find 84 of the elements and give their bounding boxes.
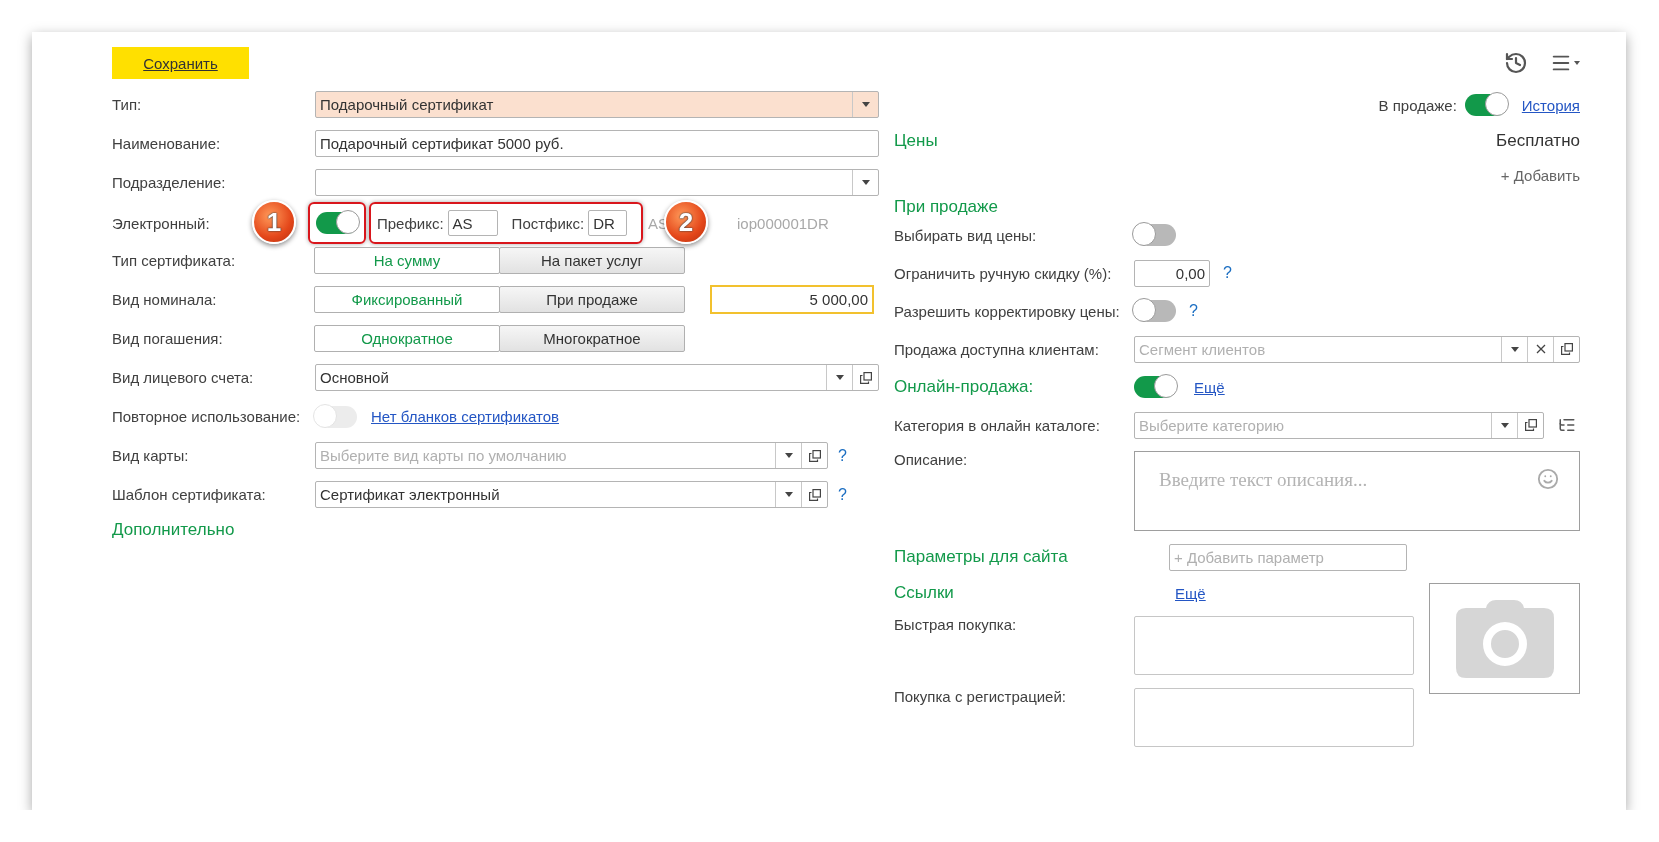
dropdown-caret-icon: [1510, 346, 1519, 352]
history-link[interactable]: История: [1521, 96, 1580, 114]
field-label: Вид погашения:: [112, 330, 223, 347]
number-field[interactable]: 0,00: [1134, 259, 1210, 287]
dropdown-caret-icon: [1500, 422, 1509, 428]
dropdown-caret-icon: [861, 180, 870, 185]
open-window-icon: [808, 488, 821, 501]
history-icon: [1504, 51, 1528, 75]
toggle-switch[interactable]: [1134, 224, 1176, 246]
segment-button[interactable]: На пакет услуг: [499, 247, 685, 274]
open-window-icon: [1560, 343, 1573, 355]
help-icon[interactable]: ?: [1223, 264, 1263, 282]
link-field[interactable]: [1134, 688, 1414, 747]
postfix-label: Постфикс:: [511, 214, 585, 232]
open-window-icon: [859, 371, 872, 384]
section-title: Цены: [894, 131, 938, 151]
callout-badge: 2: [664, 200, 708, 244]
segment-button[interactable]: Многократное: [499, 325, 685, 352]
dropdown-caret-icon: [1574, 61, 1580, 65]
image-placeholder[interactable]: [1429, 583, 1580, 694]
emoji-icon: [1537, 468, 1559, 490]
toggle-switch[interactable]: [1134, 376, 1176, 398]
field-label: Подразделение:: [112, 174, 226, 191]
field-label: Электронный:: [112, 214, 210, 232]
field-label: Покупка с регистрацией:: [894, 688, 1067, 705]
dropdown-caret-icon: [835, 375, 844, 380]
dropdown-caret-icon: [784, 492, 793, 497]
segment-button[interactable]: На сумму: [314, 247, 500, 274]
section-title: Ссылки: [894, 583, 954, 603]
save-button[interactable]: Сохранить: [112, 47, 249, 79]
toggle-switch[interactable]: [1464, 94, 1507, 116]
field-label: Продажа доступна клиентам:: [894, 340, 1100, 358]
history-button[interactable]: [1504, 51, 1528, 75]
select-field[interactable]: Подарочный сертификат: [315, 91, 879, 118]
open-window-icon: [1524, 419, 1537, 431]
code-preview: iop000001DR: [737, 214, 829, 232]
open-window-icon: [808, 449, 821, 462]
segment-button[interactable]: При продаже: [499, 286, 685, 313]
field-label: Тип сертификата:: [112, 252, 236, 269]
select-field[interactable]: Сертификат электронный: [315, 481, 828, 508]
field-label: Вид карты:: [112, 447, 189, 464]
help-icon[interactable]: ?: [838, 485, 878, 504]
select-field[interactable]: Основной: [315, 364, 879, 391]
tree-list-icon: [1558, 416, 1576, 434]
field-label: Быстрая покупка:: [894, 616, 1018, 633]
field-label: Категория в онлайн каталоге:: [894, 416, 1101, 434]
field-label: Повторное использование:: [112, 408, 301, 425]
field-label: Вид номинала:: [112, 291, 217, 308]
prefix-label: Префикс:: [377, 214, 444, 232]
dropdown-caret-icon: [861, 102, 870, 107]
toggle-switch[interactable]: [1134, 300, 1176, 322]
field-label: Вид лицевого счета:: [112, 369, 254, 386]
select-field[interactable]: [315, 169, 879, 196]
segment-button[interactable]: Фиксированный: [314, 286, 500, 313]
callout-badge: 1: [252, 200, 296, 244]
text-field[interactable]: Подарочный сертификат 5000 руб.: [315, 130, 879, 157]
field-label: Тип:: [112, 96, 142, 113]
postfix-field[interactable]: DR: [588, 210, 628, 236]
field-label: Наименование:: [112, 135, 221, 152]
section-title: Параметры для сайта: [894, 547, 1068, 567]
field-label: Выбирать вид цены:: [894, 226, 1038, 244]
segment-button[interactable]: Однократное: [314, 325, 500, 352]
help-icon[interactable]: ?: [838, 446, 878, 465]
price-value: Бесплатно: [1496, 131, 1580, 151]
field-label: В продаже:: [1378, 96, 1457, 114]
field-label: Ограничить ручную скидку (%):: [894, 264, 1113, 282]
camera-icon: [1455, 599, 1554, 678]
tree-view-button[interactable]: [1558, 416, 1576, 434]
field-label: Разрешить корректировку цены:: [894, 302, 1121, 320]
section-title: При продаже: [894, 197, 998, 217]
prefix-field[interactable]: AS: [447, 210, 498, 236]
section-title[interactable]: Дополнительно: [112, 520, 235, 540]
amount-field[interactable]: 5 000,00: [710, 285, 874, 314]
link-field[interactable]: [1134, 616, 1414, 675]
field-label: Описание:: [894, 451, 969, 468]
dropdown-caret-icon: [784, 453, 793, 458]
more-link[interactable]: Ещё: [1175, 584, 1206, 602]
add-link[interactable]: + Добавить: [1500, 166, 1580, 184]
toggle-switch[interactable]: [316, 212, 358, 234]
more-link[interactable]: Ещё: [1194, 378, 1225, 396]
section-title: Онлайн-продажа:: [894, 377, 1034, 397]
close-icon: [1535, 344, 1546, 354]
field-label: Шаблон сертификата:: [112, 486, 266, 503]
help-icon[interactable]: ?: [1189, 302, 1229, 320]
